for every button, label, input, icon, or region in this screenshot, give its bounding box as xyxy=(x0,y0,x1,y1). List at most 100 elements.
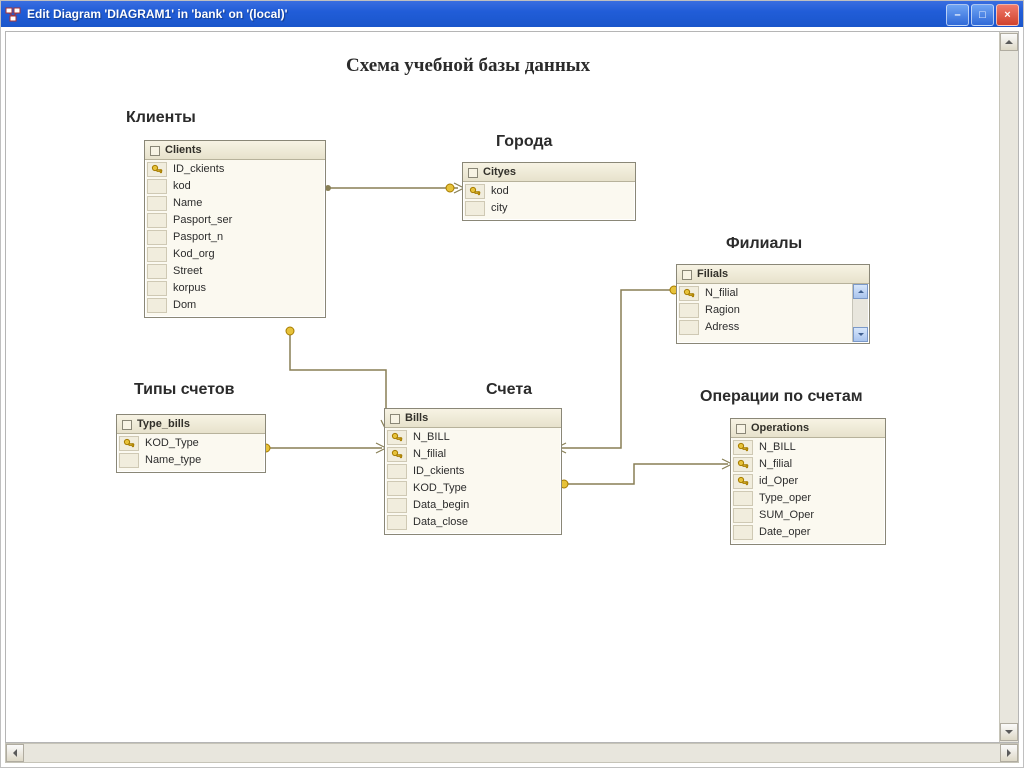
table-row[interactable]: Data_close xyxy=(387,514,559,531)
column-name: Ragion xyxy=(701,302,852,319)
column-icon-cell xyxy=(147,196,167,211)
table-bills-cols: N_BILLN_filialID_ckientsKOD_TypeData_beg… xyxy=(385,428,561,534)
primary-key-icon xyxy=(737,442,749,454)
column-name: Data_close xyxy=(409,514,559,531)
column-icon-cell xyxy=(147,264,167,279)
table-row[interactable]: Street xyxy=(147,263,323,280)
column-name: N_filial xyxy=(755,456,883,473)
scroll-up-icon[interactable] xyxy=(853,284,868,299)
table-operations-cols: N_BILLN_filialid_OperType_operSUM_OperDa… xyxy=(731,438,885,544)
table-row[interactable]: ID_ckients xyxy=(387,463,559,480)
section-bills: Счета xyxy=(486,382,532,398)
primary-key-cell xyxy=(733,457,753,472)
primary-key-icon xyxy=(123,438,135,450)
table-cityes-header[interactable]: Cityes xyxy=(463,163,635,182)
column-icon-cell xyxy=(147,247,167,262)
table-filials-header[interactable]: Filials xyxy=(677,265,869,284)
table-row[interactable]: Name_type xyxy=(119,452,263,469)
table-row[interactable]: city xyxy=(465,200,633,217)
column-name: Name_type xyxy=(141,452,263,469)
column-name: SUM_Oper xyxy=(755,507,883,524)
table-typebills-header[interactable]: Type_bills xyxy=(117,415,265,434)
table-row[interactable]: Pasport_n xyxy=(147,229,323,246)
window-title: Edit Diagram 'DIAGRAM1' in 'bank' on '(l… xyxy=(27,7,1019,21)
table-row[interactable]: kod xyxy=(465,183,633,200)
column-name: Street xyxy=(169,263,323,280)
table-row[interactable]: Dom xyxy=(147,297,323,314)
column-name: Kod_org xyxy=(169,246,323,263)
column-icon-cell xyxy=(387,515,407,530)
diagram-canvas[interactable]: Схема учебной базы данных Клиенты Города… xyxy=(6,32,1000,742)
column-icon-cell xyxy=(147,281,167,296)
table-row[interactable]: KOD_Type xyxy=(387,480,559,497)
section-billtypes: Типы счетов xyxy=(134,382,234,398)
table-row[interactable]: N_filial xyxy=(733,456,883,473)
column-icon-cell xyxy=(679,320,699,335)
table-row[interactable]: Kod_org xyxy=(147,246,323,263)
primary-key-cell xyxy=(465,184,485,199)
diagram-title: Схема учебной базы данных xyxy=(346,56,590,75)
column-name: Pasport_ser xyxy=(169,212,323,229)
table-row[interactable]: Type_oper xyxy=(733,490,883,507)
scroll-up-icon[interactable] xyxy=(1000,33,1018,51)
column-icon-cell xyxy=(733,508,753,523)
horizontal-scrollbar[interactable] xyxy=(5,743,1019,763)
table-cityes[interactable]: Cityes kodcity xyxy=(462,162,636,221)
table-row[interactable]: N_BILL xyxy=(733,439,883,456)
scroll-down-icon[interactable] xyxy=(1000,723,1018,741)
table-bills[interactable]: Bills N_BILLN_filialID_ckientsKOD_TypeDa… xyxy=(384,408,562,535)
column-icon-cell xyxy=(147,230,167,245)
table-row[interactable]: Data_begin xyxy=(387,497,559,514)
primary-key-icon xyxy=(737,476,749,488)
table-typebills-cols: KOD_TypeName_type xyxy=(117,434,265,472)
table-row[interactable]: N_BILL xyxy=(387,429,559,446)
table-cityes-cols: kodcity xyxy=(463,182,635,220)
column-name: Data_begin xyxy=(409,497,559,514)
table-row[interactable]: id_Oper xyxy=(733,473,883,490)
scroll-right-icon[interactable] xyxy=(1000,744,1018,762)
column-icon-cell xyxy=(147,298,167,313)
table-row[interactable]: Name xyxy=(147,195,323,212)
table-row[interactable]: ID_ckients xyxy=(147,161,323,178)
table-row[interactable]: Date_oper xyxy=(733,524,883,541)
column-name: Name xyxy=(169,195,323,212)
table-operations[interactable]: Operations N_BILLN_filialid_OperType_ope… xyxy=(730,418,886,545)
maximize-button[interactable]: □ xyxy=(971,4,994,26)
column-name: N_BILL xyxy=(755,439,883,456)
minimize-button[interactable]: – xyxy=(946,4,969,26)
scroll-left-icon[interactable] xyxy=(6,744,24,762)
column-name: ID_ckients xyxy=(409,463,559,480)
table-row[interactable]: KOD_Type xyxy=(119,435,263,452)
primary-key-icon xyxy=(151,164,163,176)
table-clients-header[interactable]: Clients xyxy=(145,141,325,160)
table-bills-header[interactable]: Bills xyxy=(385,409,561,428)
diagram-app-icon xyxy=(5,6,21,22)
table-operations-header[interactable]: Operations xyxy=(731,419,885,438)
primary-key-cell xyxy=(679,286,699,301)
table-filials-scrollbar[interactable] xyxy=(852,284,868,342)
primary-key-icon xyxy=(737,459,749,471)
table-row[interactable]: N_filial xyxy=(679,285,852,302)
scroll-down-icon[interactable] xyxy=(853,327,868,342)
column-icon-cell xyxy=(465,201,485,216)
table-row[interactable]: Adress xyxy=(679,319,852,336)
table-row[interactable]: Pasport_ser xyxy=(147,212,323,229)
table-row[interactable]: kod xyxy=(147,178,323,195)
vertical-scrollbar[interactable] xyxy=(999,32,1018,742)
table-row[interactable]: N_filial xyxy=(387,446,559,463)
titlebar[interactable]: Edit Diagram 'DIAGRAM1' in 'bank' on '(l… xyxy=(1,1,1023,27)
table-row[interactable]: SUM_Oper xyxy=(733,507,883,524)
section-cities: Города xyxy=(496,134,552,150)
column-icon-cell xyxy=(147,179,167,194)
table-filials[interactable]: Filials N_filialRagionAdress xyxy=(676,264,870,344)
column-icon-cell xyxy=(733,525,753,540)
column-name: N_filial xyxy=(701,285,852,302)
close-button[interactable]: × xyxy=(996,4,1019,26)
column-name: KOD_Type xyxy=(409,480,559,497)
column-icon-cell xyxy=(147,213,167,228)
column-name: kod xyxy=(169,178,323,195)
table-row[interactable]: Ragion xyxy=(679,302,852,319)
table-row[interactable]: korpus xyxy=(147,280,323,297)
table-clients[interactable]: Clients ID_ckientskodNamePasport_serPasp… xyxy=(144,140,326,318)
table-typebills[interactable]: Type_bills KOD_TypeName_type xyxy=(116,414,266,473)
